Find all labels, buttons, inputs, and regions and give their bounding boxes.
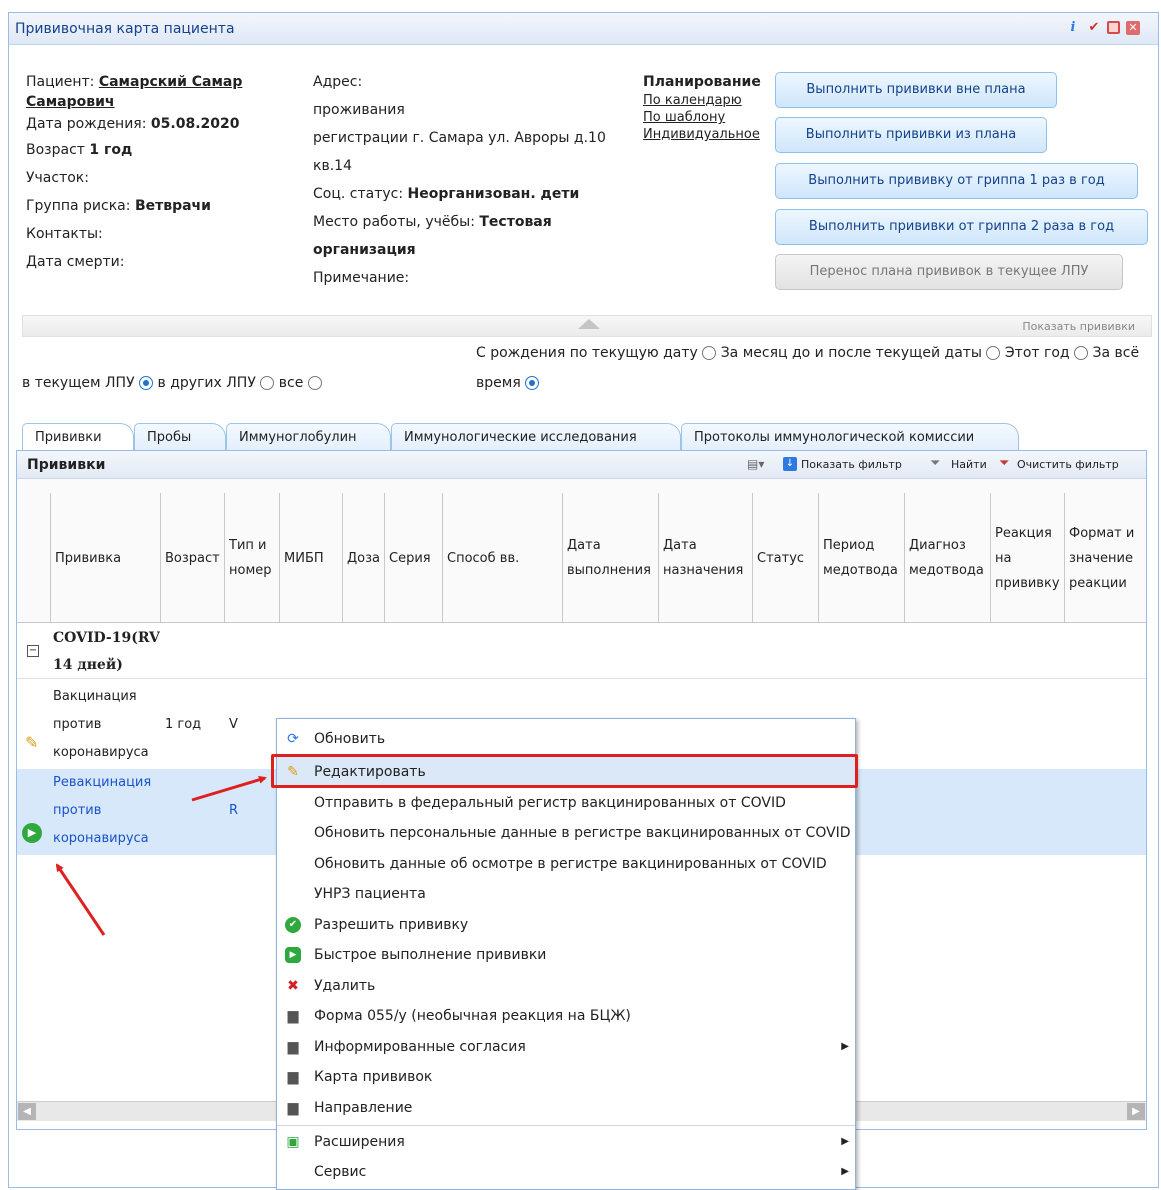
arrow-to-edit xyxy=(191,775,267,802)
arrow-to-quick-run xyxy=(55,863,106,936)
annotation-arrows xyxy=(55,775,267,936)
